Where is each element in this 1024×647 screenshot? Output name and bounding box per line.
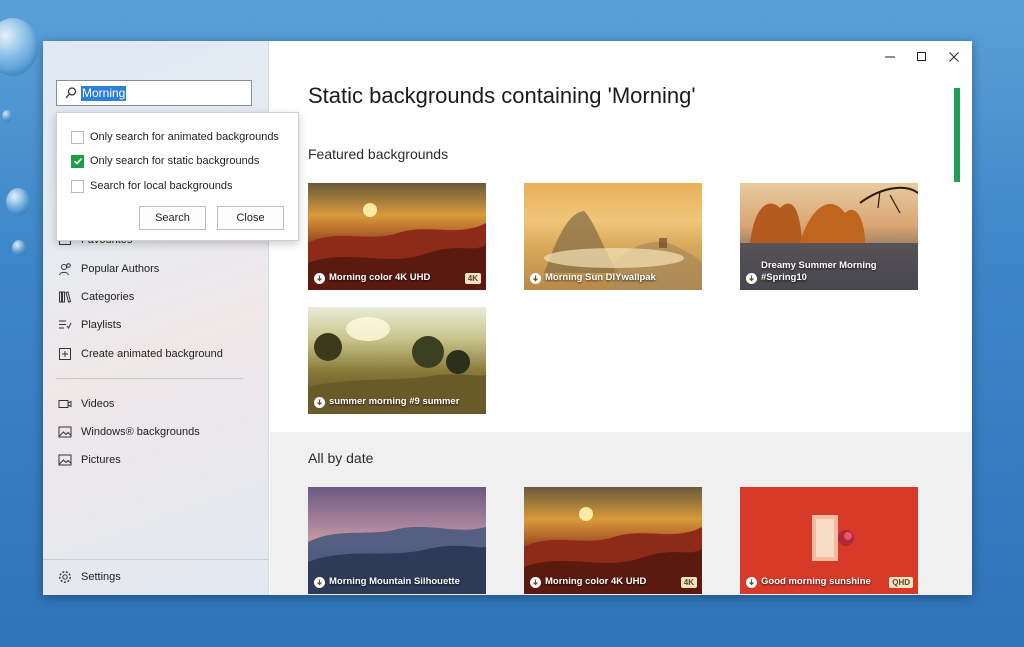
desktop-bubble xyxy=(2,110,12,122)
tile-caption: Morning color 4K UHD xyxy=(530,576,646,588)
download-icon xyxy=(746,273,757,284)
option-local[interactable]: Search for local backgrounds xyxy=(71,178,232,194)
tile-title: Morning color 4K UHD xyxy=(545,576,647,587)
checkbox-animated[interactable] xyxy=(71,130,84,144)
featured-section-title: Featured backgrounds xyxy=(308,146,449,162)
tile-title: Morning Sun DIYwallpak xyxy=(545,272,656,283)
sidebar-item-categories[interactable]: Categories xyxy=(57,286,257,308)
sidebar-item-label: Categories xyxy=(81,291,135,303)
background-tile[interactable]: Dreamy Summer Morning #Spring10 xyxy=(740,183,918,290)
background-tile[interactable]: summer morning #9 summer xyxy=(308,307,486,414)
sidebar-item-label: Settings xyxy=(81,571,121,583)
background-tile[interactable]: Morning color 4K UHD 4K xyxy=(308,183,486,290)
tile-caption: Morning color 4K UHD xyxy=(314,272,430,284)
settings-separator xyxy=(43,559,269,560)
sidebar-item-label: Popular Authors xyxy=(81,263,160,275)
option-animated[interactable]: Only search for animated backgrounds xyxy=(71,129,279,145)
books-icon xyxy=(57,289,73,305)
checkbox-static[interactable] xyxy=(71,154,84,168)
main-content: Static backgrounds containing 'Morning' … xyxy=(270,41,972,595)
picture-icon xyxy=(57,452,73,468)
all-by-date-section: All by date Morning Mountain Silhouette … xyxy=(270,432,972,595)
download-icon xyxy=(530,273,541,284)
tile-title: summer morning #9 summer xyxy=(329,396,460,407)
desktop-bubble xyxy=(0,18,38,76)
all-section-title: All by date xyxy=(308,450,374,466)
minimize-button[interactable] xyxy=(874,47,906,67)
desktop-bubble xyxy=(12,240,26,256)
tile-title: Dreamy Summer Morning #Spring10 xyxy=(761,260,877,283)
option-label: Search for local backgrounds xyxy=(90,180,233,192)
resolution-badge: 4K xyxy=(464,273,481,284)
sidebar-item-popular-authors[interactable]: Popular Authors xyxy=(57,258,257,280)
download-icon xyxy=(530,577,541,588)
tile-caption: Morning Sun DIYwallpak xyxy=(530,272,656,284)
sidebar-item-label: Pictures xyxy=(81,454,121,466)
search-button[interactable]: Search xyxy=(139,206,206,230)
tile-title: Morning Mountain Silhouette xyxy=(329,576,460,587)
background-tile[interactable]: Morning color 4K UHD 4K xyxy=(524,487,702,594)
close-button[interactable]: Close xyxy=(217,206,284,230)
download-icon xyxy=(746,577,757,588)
sidebar-item-settings[interactable]: Settings xyxy=(57,566,257,588)
sidebar-item-label: Playlists xyxy=(81,319,122,331)
scroll-indicator[interactable] xyxy=(954,88,960,182)
sidebar-item-label: Create animated background xyxy=(81,348,223,360)
download-icon xyxy=(314,273,325,284)
image-icon xyxy=(57,424,73,440)
checkbox-local[interactable] xyxy=(71,179,84,193)
people-icon xyxy=(57,261,73,277)
option-label: Only search for animated backgrounds xyxy=(90,131,279,143)
tile-caption: Morning Mountain Silhouette xyxy=(314,576,460,588)
tile-title: Good morning sunshine xyxy=(761,576,871,587)
add-box-icon xyxy=(57,346,73,362)
sidebar-item-label: Windows® backgrounds xyxy=(81,426,200,438)
download-icon xyxy=(314,397,325,408)
gear-icon xyxy=(57,569,73,585)
download-icon xyxy=(314,577,325,588)
tile-caption: Dreamy Summer Morning #Spring10 xyxy=(746,260,914,284)
page-title: Static backgrounds containing 'Morning' xyxy=(308,83,696,108)
playlist-icon xyxy=(57,317,73,333)
resolution-badge: QHD xyxy=(889,577,913,588)
search-options-popup: Only search for animated backgrounds Onl… xyxy=(56,112,299,241)
background-tile[interactable]: Morning Sun DIYwallpak xyxy=(524,183,702,290)
desktop-bubble xyxy=(6,188,30,216)
search-value: Morning xyxy=(81,86,127,101)
option-label: Only search for static backgrounds xyxy=(90,155,260,167)
search-input[interactable]: Morning xyxy=(56,80,252,106)
video-icon xyxy=(57,396,73,412)
maximize-button[interactable] xyxy=(906,47,938,67)
background-tile[interactable]: Morning Mountain Silhouette xyxy=(308,487,486,594)
sidebar-item-pictures[interactable]: Pictures xyxy=(57,449,257,471)
tile-caption: summer morning #9 summer xyxy=(314,396,459,408)
tile-title: Morning color 4K UHD xyxy=(329,272,431,283)
checkmark-icon xyxy=(73,157,82,165)
sidebar-divider xyxy=(56,378,243,379)
sidebar-item-playlists[interactable]: Playlists xyxy=(57,314,257,336)
tile-caption: Good morning sunshine xyxy=(746,576,871,588)
search-icon xyxy=(64,86,78,100)
sidebar-item-windows-backgrounds[interactable]: Windows® backgrounds xyxy=(57,421,257,443)
close-window-button[interactable] xyxy=(938,47,970,67)
sidebar-item-label: Videos xyxy=(81,398,115,410)
resolution-badge: 4K xyxy=(680,577,697,588)
sidebar-item-create-animated[interactable]: Create animated background xyxy=(57,343,257,365)
background-tile[interactable]: Good morning sunshine QHD xyxy=(740,487,918,594)
sidebar-item-videos[interactable]: Videos xyxy=(57,393,257,415)
option-static[interactable]: Only search for static backgrounds xyxy=(71,153,259,169)
